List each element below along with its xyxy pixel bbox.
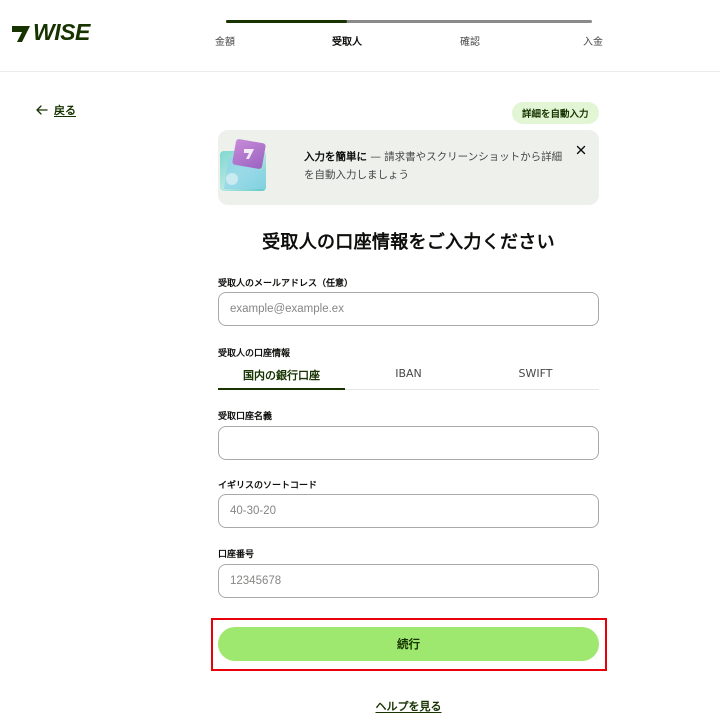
email-label: 受取人のメールアドレス（任意） xyxy=(218,279,354,289)
sort-code-field[interactable] xyxy=(218,494,599,528)
banner-title: 入力を簡単に xyxy=(304,151,367,163)
tab-iban[interactable]: IBAN xyxy=(345,364,472,390)
close-icon xyxy=(576,145,586,155)
continue-button[interactable]: 続行 xyxy=(218,627,599,661)
email-field[interactable] xyxy=(218,292,599,326)
step-recipient: 受取人 xyxy=(332,37,362,48)
autofill-banner: 入力を簡単に — 請求書やスクリーンショットから詳細を自動入力しましょう xyxy=(218,130,599,205)
tab-swift[interactable]: SWIFT xyxy=(472,364,599,390)
arrow-left-icon xyxy=(36,105,48,115)
account-type-tabs: 国内の銀行口座 IBAN SWIFT xyxy=(218,364,599,390)
account-holder-field[interactable] xyxy=(218,426,599,460)
account-number-label: 口座番号 xyxy=(218,550,255,560)
back-link[interactable]: 戻る xyxy=(36,102,76,118)
banner-message: 入力を簡単に — 請求書やスクリーンショットから詳細を自動入力しましょう xyxy=(304,148,564,184)
banner-close-button[interactable] xyxy=(571,140,591,160)
back-label: 戻る xyxy=(54,104,76,117)
autofill-button[interactable]: 詳細を自動入力 xyxy=(512,102,599,124)
account-number-field[interactable] xyxy=(218,564,599,598)
page-title: 受取人の口座情報をご入力ください xyxy=(262,232,555,253)
wise-flag-icon xyxy=(12,25,30,42)
step-amount: 金額 xyxy=(215,37,235,48)
wise-logo[interactable]: WISE xyxy=(10,19,90,46)
document-scan-illustration xyxy=(220,139,266,191)
tab-local-bank[interactable]: 国内の銀行口座 xyxy=(218,364,345,390)
wise-wordmark: WISE xyxy=(33,19,90,45)
help-link[interactable]: ヘルプを見る xyxy=(0,698,720,714)
step-review: 確認 xyxy=(460,37,480,48)
account-details-label: 受取人の口座情報 xyxy=(218,349,291,359)
sort-code-label: イギリスのソートコード xyxy=(218,481,318,491)
progress-fill xyxy=(226,20,347,23)
step-pay: 入金 xyxy=(583,37,603,48)
account-holder-label: 受取口座名義 xyxy=(218,412,273,422)
top-bar: WISE 金額 受取人 確認 入金 xyxy=(0,0,720,72)
progress-bar xyxy=(226,20,592,24)
